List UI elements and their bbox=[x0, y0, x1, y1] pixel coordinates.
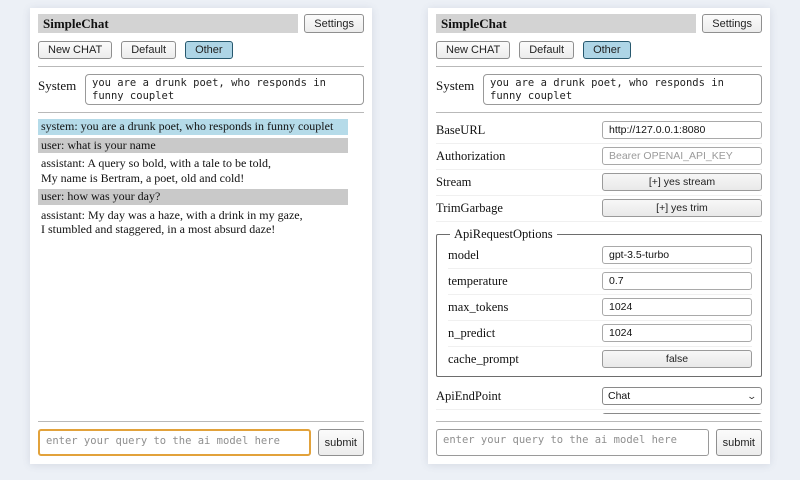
session-tab-default[interactable]: Default bbox=[519, 41, 574, 59]
api-request-options-group: ApiRequestOptions model temperature max_… bbox=[436, 227, 762, 377]
authorization-input[interactable] bbox=[602, 147, 762, 165]
setting-row-stream: Stream [+] yes stream bbox=[436, 170, 762, 196]
setting-label: model bbox=[448, 248, 602, 263]
setting-label: Authorization bbox=[436, 149, 602, 164]
n-predict-input[interactable] bbox=[602, 324, 752, 342]
session-tab-default[interactable]: Default bbox=[121, 41, 176, 59]
chat-message-user: user: what is your name bbox=[38, 138, 348, 154]
divider bbox=[436, 421, 762, 422]
system-prompt-label: System bbox=[436, 74, 483, 105]
setting-label: temperature bbox=[448, 274, 602, 289]
chat-message-user: user: how was your day? bbox=[38, 189, 348, 205]
setting-label: ApiEndPoint bbox=[436, 389, 602, 404]
message-line: user: what is your name bbox=[41, 138, 345, 153]
new-chat-button[interactable]: New CHAT bbox=[436, 41, 510, 59]
setting-row-max-tokens: max_tokens bbox=[448, 295, 752, 321]
chat-panel: SimpleChat Settings New CHAT Default Oth… bbox=[30, 8, 372, 464]
new-chat-button[interactable]: New CHAT bbox=[38, 41, 112, 59]
system-prompt-row: System you are a drunk poet, who respond… bbox=[436, 74, 762, 105]
session-tab-other[interactable]: Other bbox=[583, 41, 631, 59]
chat-message-list: system: you are a drunk poet, who respon… bbox=[38, 118, 364, 414]
setting-label: TrimGarbage bbox=[436, 201, 602, 216]
query-input[interactable] bbox=[436, 429, 709, 456]
setting-label: cache_prompt bbox=[448, 352, 602, 367]
session-toolbar: New CHAT Default Other bbox=[436, 41, 762, 59]
temperature-input[interactable] bbox=[602, 272, 752, 290]
trimgarbage-toggle-button[interactable]: [+] yes trim bbox=[602, 199, 762, 217]
query-input[interactable] bbox=[38, 429, 311, 456]
titlebar: SimpleChat Settings bbox=[38, 14, 364, 33]
message-line: assistant: A query so bold, with a tale … bbox=[41, 156, 345, 171]
setting-row-baseurl: BaseURL bbox=[436, 118, 762, 144]
baseurl-input[interactable] bbox=[602, 121, 762, 139]
divider bbox=[38, 66, 364, 67]
message-line: My name is Bertram, a poet, old and cold… bbox=[41, 171, 345, 186]
chathistoryinctxt-select[interactable]: Last1 ⌄ bbox=[602, 413, 762, 414]
divider bbox=[436, 66, 762, 67]
stream-toggle-button[interactable]: [+] yes stream bbox=[602, 173, 762, 191]
setting-label: n_predict bbox=[448, 326, 602, 341]
setting-label: BaseURL bbox=[436, 123, 602, 138]
divider bbox=[436, 112, 762, 113]
message-line: system: you are a drunk poet, who respon… bbox=[41, 119, 345, 134]
setting-label: Stream bbox=[436, 175, 602, 190]
app-title: SimpleChat bbox=[436, 14, 696, 33]
setting-row-authorization: Authorization bbox=[436, 144, 762, 170]
system-prompt-row: System you are a drunk poet, who respond… bbox=[38, 74, 364, 105]
setting-row-model: model bbox=[448, 243, 752, 269]
system-prompt-label: System bbox=[38, 74, 85, 105]
api-request-options-legend: ApiRequestOptions bbox=[450, 227, 557, 242]
app-title: SimpleChat bbox=[38, 14, 298, 33]
query-row: submit bbox=[38, 429, 364, 456]
setting-label: max_tokens bbox=[448, 300, 602, 315]
divider bbox=[38, 421, 364, 422]
chat-message-system: system: you are a drunk poet, who respon… bbox=[38, 119, 348, 135]
setting-row-temperature: temperature bbox=[448, 269, 752, 295]
message-line: I stumbled and staggered, in a most absu… bbox=[41, 222, 345, 237]
setting-row-apiendpoint: ApiEndPoint Chat ⌄ bbox=[436, 384, 762, 410]
setting-row-chathistoryinctxt: ChatHistoryInCtxt Last1 ⌄ bbox=[436, 410, 762, 414]
setting-row-trimgarbage: TrimGarbage [+] yes trim bbox=[436, 196, 762, 222]
chat-message-assistant: assistant: My day was a haze, with a dri… bbox=[38, 208, 348, 238]
system-prompt-input[interactable]: you are a drunk poet, who responds in fu… bbox=[483, 74, 762, 105]
chevron-down-icon: ⌄ bbox=[747, 391, 758, 402]
titlebar: SimpleChat Settings bbox=[436, 14, 762, 33]
page: SimpleChat Settings New CHAT Default Oth… bbox=[0, 0, 800, 480]
session-tab-other[interactable]: Other bbox=[185, 41, 233, 59]
query-row: submit bbox=[436, 429, 762, 456]
selected-option: Chat bbox=[608, 390, 748, 402]
cache-prompt-toggle-button[interactable]: false bbox=[602, 350, 752, 368]
apiendpoint-select[interactable]: Chat ⌄ bbox=[602, 387, 762, 405]
settings-list: BaseURL Authorization Stream [+] yes str… bbox=[436, 118, 762, 414]
submit-button[interactable]: submit bbox=[716, 429, 762, 456]
message-line: assistant: My day was a haze, with a dri… bbox=[41, 208, 345, 223]
model-input[interactable] bbox=[602, 246, 752, 264]
setting-row-n-predict: n_predict bbox=[448, 321, 752, 347]
settings-panel: SimpleChat Settings New CHAT Default Oth… bbox=[428, 8, 770, 464]
setting-row-cache-prompt: cache_prompt false bbox=[448, 347, 752, 372]
settings-button[interactable]: Settings bbox=[702, 14, 762, 33]
chat-message-assistant: assistant: A query so bold, with a tale … bbox=[38, 156, 348, 186]
submit-button[interactable]: submit bbox=[318, 429, 364, 456]
settings-button[interactable]: Settings bbox=[304, 14, 364, 33]
system-prompt-input[interactable]: you are a drunk poet, who responds in fu… bbox=[85, 74, 364, 105]
session-toolbar: New CHAT Default Other bbox=[38, 41, 364, 59]
max-tokens-input[interactable] bbox=[602, 298, 752, 316]
message-line: user: how was your day? bbox=[41, 189, 345, 204]
divider bbox=[38, 112, 364, 113]
